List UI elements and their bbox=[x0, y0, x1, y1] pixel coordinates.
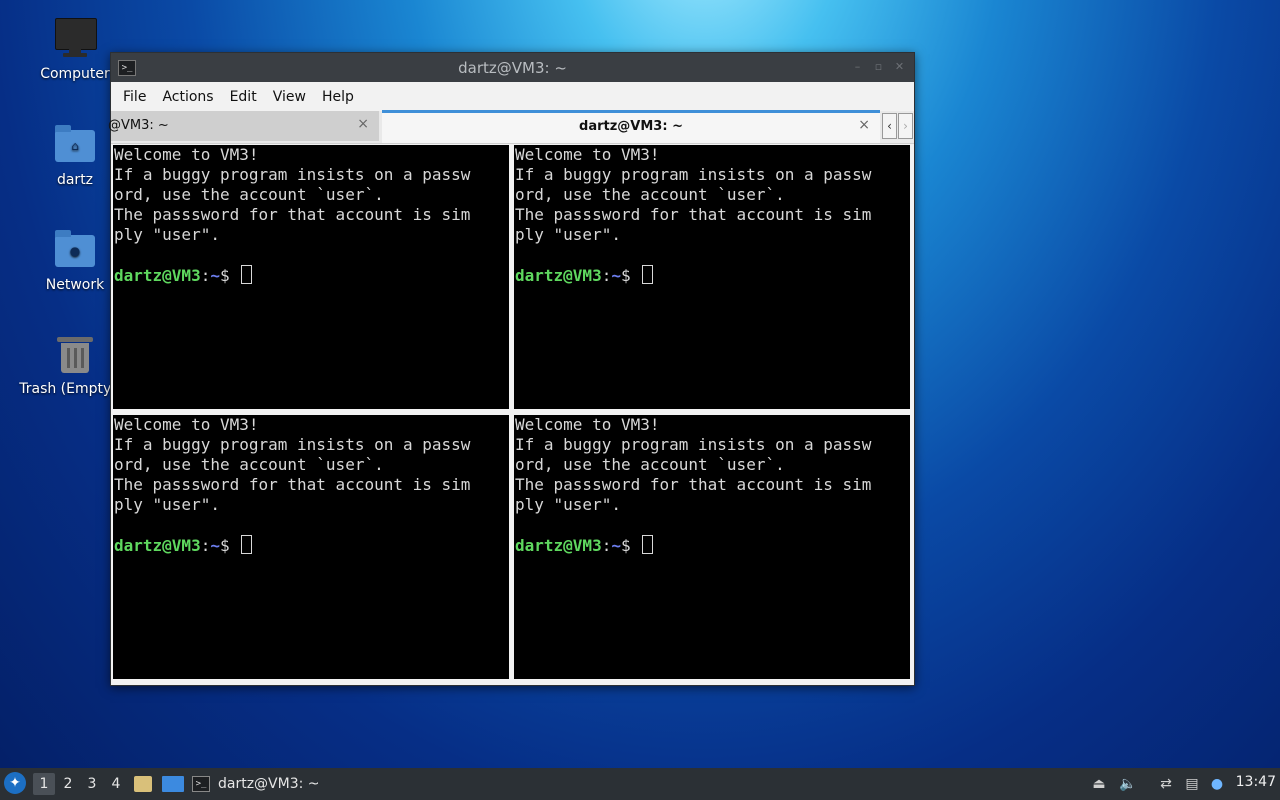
terminal-cursor bbox=[241, 535, 253, 554]
tab-bar: @VM3: ~ × dartz@VM3: ~ × ‹ › bbox=[108, 110, 914, 144]
window-titlebar[interactable]: >_ dartz@VM3: ~ – ▫ ✕ bbox=[111, 53, 914, 82]
terminal-output-line: The passsword for that account is sim bbox=[515, 475, 872, 494]
network-tray-icon[interactable]: ⇄ bbox=[1156, 773, 1176, 795]
maximize-icon[interactable]: ▫ bbox=[872, 60, 885, 73]
tab-scroll-left-icon[interactable]: ‹ bbox=[882, 113, 897, 139]
terminal-output-line: ply "user". bbox=[515, 225, 621, 244]
terminal-cursor bbox=[241, 265, 253, 284]
clipboard-icon[interactable]: ▤ bbox=[1182, 773, 1202, 795]
prompt-sign: $ bbox=[219, 536, 240, 555]
menu-view[interactable]: View bbox=[265, 89, 314, 105]
prompt-sign: $ bbox=[219, 266, 240, 285]
menu-file[interactable]: File bbox=[115, 89, 154, 105]
prompt-sign: $ bbox=[620, 536, 641, 555]
terminal-pane-bottom-left[interactable]: Welcome to VM3! If a buggy program insist… bbox=[113, 415, 509, 679]
tab-label: dartz@VM3: ~ bbox=[579, 119, 683, 134]
terminal-output-line: Welcome to VM3! bbox=[515, 145, 660, 164]
prompt-user: dartz@VM3 bbox=[114, 536, 201, 555]
workspace-2[interactable]: 2 bbox=[57, 773, 79, 795]
terminal-output-line: ord, use the account `user`. bbox=[515, 185, 785, 204]
prompt-user: dartz@VM3 bbox=[515, 266, 602, 285]
terminal-output-line: The passsword for that account is sim bbox=[515, 205, 872, 224]
tab-close-icon[interactable]: × bbox=[357, 116, 369, 132]
terminal-output-line: Welcome to VM3! bbox=[515, 415, 660, 434]
show-desktop-icon[interactable] bbox=[162, 776, 184, 792]
workspace-4[interactable]: 4 bbox=[105, 773, 127, 795]
terminal-output-line: Welcome to VM3! bbox=[114, 415, 259, 434]
prompt-separator: : bbox=[601, 536, 612, 555]
task-label: dartz@VM3: ~ bbox=[218, 776, 320, 792]
terminal-pane-bottom-right[interactable]: Welcome to VM3! If a buggy program insist… bbox=[514, 415, 910, 679]
tray-eject-icon[interactable]: ⏏ bbox=[1090, 773, 1108, 795]
prompt-user: dartz@VM3 bbox=[515, 536, 602, 555]
workspace-1[interactable]: 1 bbox=[33, 773, 55, 795]
terminal-output-line: If a buggy program insists on a passw bbox=[114, 435, 471, 454]
window-title: dartz@VM3: ~ bbox=[458, 59, 567, 77]
terminal-window: >_ dartz@VM3: ~ – ▫ ✕ File Actions Edit … bbox=[108, 52, 915, 686]
tab-close-icon[interactable]: × bbox=[858, 117, 870, 133]
close-icon[interactable]: ✕ bbox=[893, 60, 906, 73]
terminal-cursor bbox=[642, 535, 654, 554]
terminal-output-line: ply "user". bbox=[515, 495, 621, 514]
network-folder-icon: ● bbox=[53, 229, 97, 273]
prompt-separator: : bbox=[601, 266, 612, 285]
terminal-output-line: Welcome to VM3! bbox=[114, 145, 259, 164]
menu-actions[interactable]: Actions bbox=[154, 89, 221, 105]
terminal-pane-top-right[interactable]: Welcome to VM3! If a buggy program insist… bbox=[514, 145, 910, 409]
tab-2-active[interactable]: dartz@VM3: ~ × bbox=[382, 110, 880, 143]
trash-icon bbox=[53, 333, 97, 377]
menubar: File Actions Edit View Help bbox=[111, 82, 914, 111]
tab-1[interactable]: @VM3: ~ × bbox=[108, 111, 379, 141]
taskbar: ✦ 1 2 3 4 >_ dartz@VM3: ~ ⏏ 🔈 ⇄ ▤ ● 13:4… bbox=[0, 768, 1280, 800]
desktop-icon-label: Trash (Empty) bbox=[19, 381, 117, 397]
prompt-path: ~ bbox=[611, 266, 621, 285]
terminal-cursor bbox=[642, 265, 654, 284]
volume-icon[interactable]: 🔈 bbox=[1118, 773, 1138, 795]
terminal-output-line: ply "user". bbox=[114, 225, 220, 244]
terminal-output-line: If a buggy program insists on a passw bbox=[515, 435, 872, 454]
terminal-prompt: dartz@VM3:~$ bbox=[113, 535, 509, 555]
terminal-prompt: dartz@VM3:~$ bbox=[514, 535, 910, 555]
prompt-separator: : bbox=[200, 536, 211, 555]
prompt-user: dartz@VM3 bbox=[114, 266, 201, 285]
terminal-output-line: ord, use the account `user`. bbox=[515, 455, 785, 474]
file-manager-launcher-icon[interactable] bbox=[134, 776, 152, 792]
terminal-prompt: dartz@VM3:~$ bbox=[113, 265, 509, 285]
split-pane-container: Welcome to VM3! If a buggy program insist… bbox=[113, 145, 910, 681]
terminal-output-line: The passsword for that account is sim bbox=[114, 475, 471, 494]
terminal-output-line: If a buggy program insists on a passw bbox=[114, 165, 471, 184]
terminal-output-line: ply "user". bbox=[114, 495, 220, 514]
clock: 13:47 bbox=[1235, 774, 1276, 790]
tab-label: @VM3: ~ bbox=[108, 118, 169, 133]
minimize-icon[interactable]: – bbox=[851, 60, 864, 73]
tab-scroll-right-icon[interactable]: › bbox=[898, 113, 913, 139]
notification-icon[interactable]: ● bbox=[1207, 773, 1227, 795]
terminal-output-line: The passsword for that account is sim bbox=[114, 205, 471, 224]
terminal-app-icon: >_ bbox=[192, 776, 210, 792]
menu-help[interactable]: Help bbox=[314, 89, 362, 105]
terminal-pane-top-left[interactable]: Welcome to VM3! If a buggy program insist… bbox=[113, 145, 509, 409]
workspace-3[interactable]: 3 bbox=[81, 773, 103, 795]
terminal-output-line: ord, use the account `user`. bbox=[114, 185, 384, 204]
computer-icon bbox=[53, 18, 97, 62]
start-menu-icon[interactable]: ✦ bbox=[4, 772, 26, 794]
terminal-output-line: ord, use the account `user`. bbox=[114, 455, 384, 474]
prompt-separator: : bbox=[200, 266, 211, 285]
home-folder-icon: ⌂ bbox=[53, 124, 97, 168]
prompt-sign: $ bbox=[620, 266, 641, 285]
prompt-path: ~ bbox=[611, 536, 621, 555]
menu-edit[interactable]: Edit bbox=[222, 89, 265, 105]
prompt-path: ~ bbox=[210, 266, 220, 285]
taskbar-task-terminal[interactable]: >_ dartz@VM3: ~ bbox=[192, 772, 320, 796]
prompt-path: ~ bbox=[210, 536, 220, 555]
terminal-output-line: If a buggy program insists on a passw bbox=[515, 165, 872, 184]
terminal-prompt: dartz@VM3:~$ bbox=[514, 265, 910, 285]
